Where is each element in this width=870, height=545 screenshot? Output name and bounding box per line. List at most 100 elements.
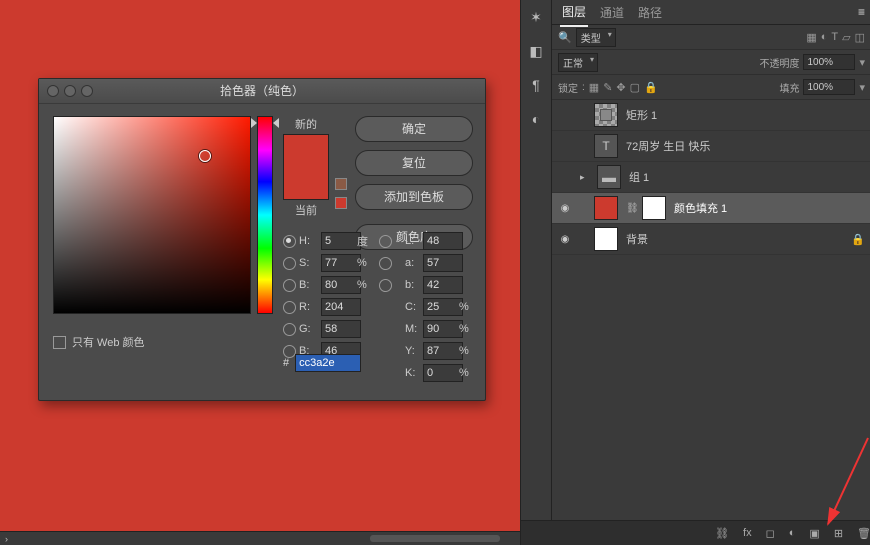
web-only-checkbox[interactable] (53, 336, 66, 349)
filter-pixel-icon[interactable]: ▦ (806, 31, 816, 44)
c-input[interactable] (423, 298, 463, 316)
scroll-left-icon[interactable]: › (0, 534, 13, 544)
s-input[interactable] (321, 254, 361, 272)
lock-artboard-icon[interactable]: ▢ (630, 81, 640, 94)
radio-l[interactable] (379, 235, 392, 248)
panel-tabs: 图层 通道 路径 ≡ (552, 0, 870, 25)
radio-h[interactable] (283, 235, 296, 248)
hue-slider[interactable] (257, 116, 273, 314)
swatch-new (284, 135, 328, 167)
layer-row[interactable]: ◉ ⛓ 颜色填充 1 (552, 193, 870, 224)
gamut-warning-icon[interactable] (335, 178, 347, 190)
window-zoom-icon[interactable] (81, 85, 93, 97)
h-input[interactable] (321, 232, 361, 250)
visibility-icon[interactable] (558, 139, 572, 153)
radio-g[interactable] (283, 323, 296, 336)
blend-mode-select[interactable]: 正常 (558, 53, 598, 72)
expand-icon[interactable]: ▸ (580, 172, 589, 183)
filter-type-icon[interactable]: T (831, 31, 838, 43)
y-input[interactable] (423, 342, 463, 360)
mask-thumb[interactable] (642, 196, 666, 220)
layer-name[interactable]: 矩形 1 (626, 107, 657, 123)
starburst-icon[interactable]: ✶ (527, 8, 545, 26)
layer-name[interactable]: 组 1 (629, 169, 649, 185)
dialog-titlebar[interactable]: 拾色器（纯色） (39, 79, 485, 104)
filter-adjust-icon[interactable]: ◐ (821, 31, 828, 43)
add-to-swatches-button[interactable]: 添加到色板 (355, 184, 473, 210)
panel-menu-icon[interactable]: ≡ (858, 5, 870, 19)
ok-button[interactable]: 确定 (355, 116, 473, 142)
fill-thumb[interactable] (594, 196, 618, 220)
radio-lab-b[interactable] (379, 279, 392, 292)
websafe-swatch-icon[interactable] (335, 197, 347, 209)
hex-input[interactable] (295, 354, 361, 372)
visibility-icon[interactable]: ◉ (558, 201, 572, 215)
b-input[interactable] (321, 276, 361, 294)
chevron-down-icon[interactable]: ▾ (859, 56, 865, 69)
radio-a[interactable] (379, 257, 392, 270)
opacity-input[interactable] (803, 54, 855, 70)
history-icon[interactable]: ◧ (527, 42, 545, 60)
radio-b[interactable] (283, 279, 296, 292)
new-layer-icon[interactable]: ⊞ (834, 527, 843, 540)
layer-row[interactable]: T 72周岁 生日 快乐 (552, 131, 870, 162)
saturation-brightness-field[interactable] (53, 116, 251, 314)
add-mask-icon[interactable]: ◻ (766, 527, 775, 540)
sb-cursor (199, 150, 211, 162)
delete-layer-icon[interactable]: 🗑 (857, 527, 870, 540)
filter-smart-icon[interactable]: ◫ (855, 31, 865, 44)
r-input[interactable] (321, 298, 361, 316)
lock-paint-icon[interactable]: ✎ (603, 81, 612, 94)
link-layers-icon[interactable]: ⛓ (715, 527, 729, 540)
filter-shape-icon[interactable]: ▱ (842, 31, 850, 44)
lab-b-input[interactable] (423, 276, 463, 294)
layer-thumb[interactable] (594, 227, 618, 251)
folder-icon[interactable]: ▬ (597, 165, 621, 189)
m-input[interactable] (423, 320, 463, 338)
layer-name[interactable]: 颜色填充 1 (674, 200, 727, 216)
layer-name[interactable]: 72周岁 生日 快乐 (626, 138, 710, 154)
lock-pos-icon[interactable]: ✥ (616, 81, 625, 94)
opacity-label: 不透明度 (759, 55, 799, 70)
reset-button[interactable]: 复位 (355, 150, 473, 176)
mask-link-icon[interactable]: ⛓ (626, 203, 634, 214)
layer-row[interactable]: 矩形 1 (552, 100, 870, 131)
swatch-current[interactable] (284, 167, 328, 199)
new-group-icon[interactable]: ▣ (809, 527, 819, 540)
visibility-icon[interactable] (558, 108, 572, 122)
hex-row: # (283, 354, 361, 372)
layer-row[interactable]: ▸ ▬ 组 1 (552, 162, 870, 193)
window-minimize-icon[interactable] (64, 85, 76, 97)
radio-r[interactable] (283, 301, 296, 314)
layer-thumb[interactable] (594, 103, 618, 127)
canvas-scrollbar[interactable]: › (0, 531, 520, 545)
k-input[interactable] (423, 364, 463, 382)
brush-icon[interactable]: ◐ (527, 110, 545, 128)
layers-bottom-bar: ⛓ fx ◻ ◐ ▣ ⊞ 🗑 (521, 520, 870, 545)
lock-transparent-icon[interactable]: ▦ (589, 81, 599, 94)
fill-input[interactable] (803, 79, 855, 95)
hue-indicator-left (251, 118, 257, 128)
filter-kind-select[interactable]: 类型 (576, 28, 616, 47)
window-close-icon[interactable] (47, 85, 59, 97)
search-icon[interactable]: 🔍 (558, 31, 572, 44)
paragraph-icon[interactable]: ¶ (527, 76, 545, 94)
tab-layers[interactable]: 图层 (560, 0, 588, 27)
visibility-icon[interactable] (558, 170, 572, 184)
fx-icon[interactable]: fx (743, 527, 752, 539)
type-layer-icon[interactable]: T (594, 134, 618, 158)
a-input[interactable] (423, 254, 463, 272)
g-input[interactable] (321, 320, 361, 338)
chevron-down-icon[interactable]: ▾ (859, 81, 865, 94)
scroll-thumb[interactable] (370, 535, 500, 542)
adjustment-layer-icon[interactable]: ◐ (789, 527, 796, 539)
lock-all-icon[interactable]: 🔒 (644, 81, 658, 94)
layer-row[interactable]: ◉ 背景 🔒 (552, 224, 870, 255)
tab-channels[interactable]: 通道 (598, 0, 626, 26)
layer-name[interactable]: 背景 (626, 231, 648, 247)
visibility-icon[interactable]: ◉ (558, 232, 572, 246)
tab-paths[interactable]: 路径 (636, 0, 664, 26)
radio-s[interactable] (283, 257, 296, 270)
web-only-row[interactable]: 只有 Web 颜色 (53, 334, 145, 350)
l-input[interactable] (423, 232, 463, 250)
